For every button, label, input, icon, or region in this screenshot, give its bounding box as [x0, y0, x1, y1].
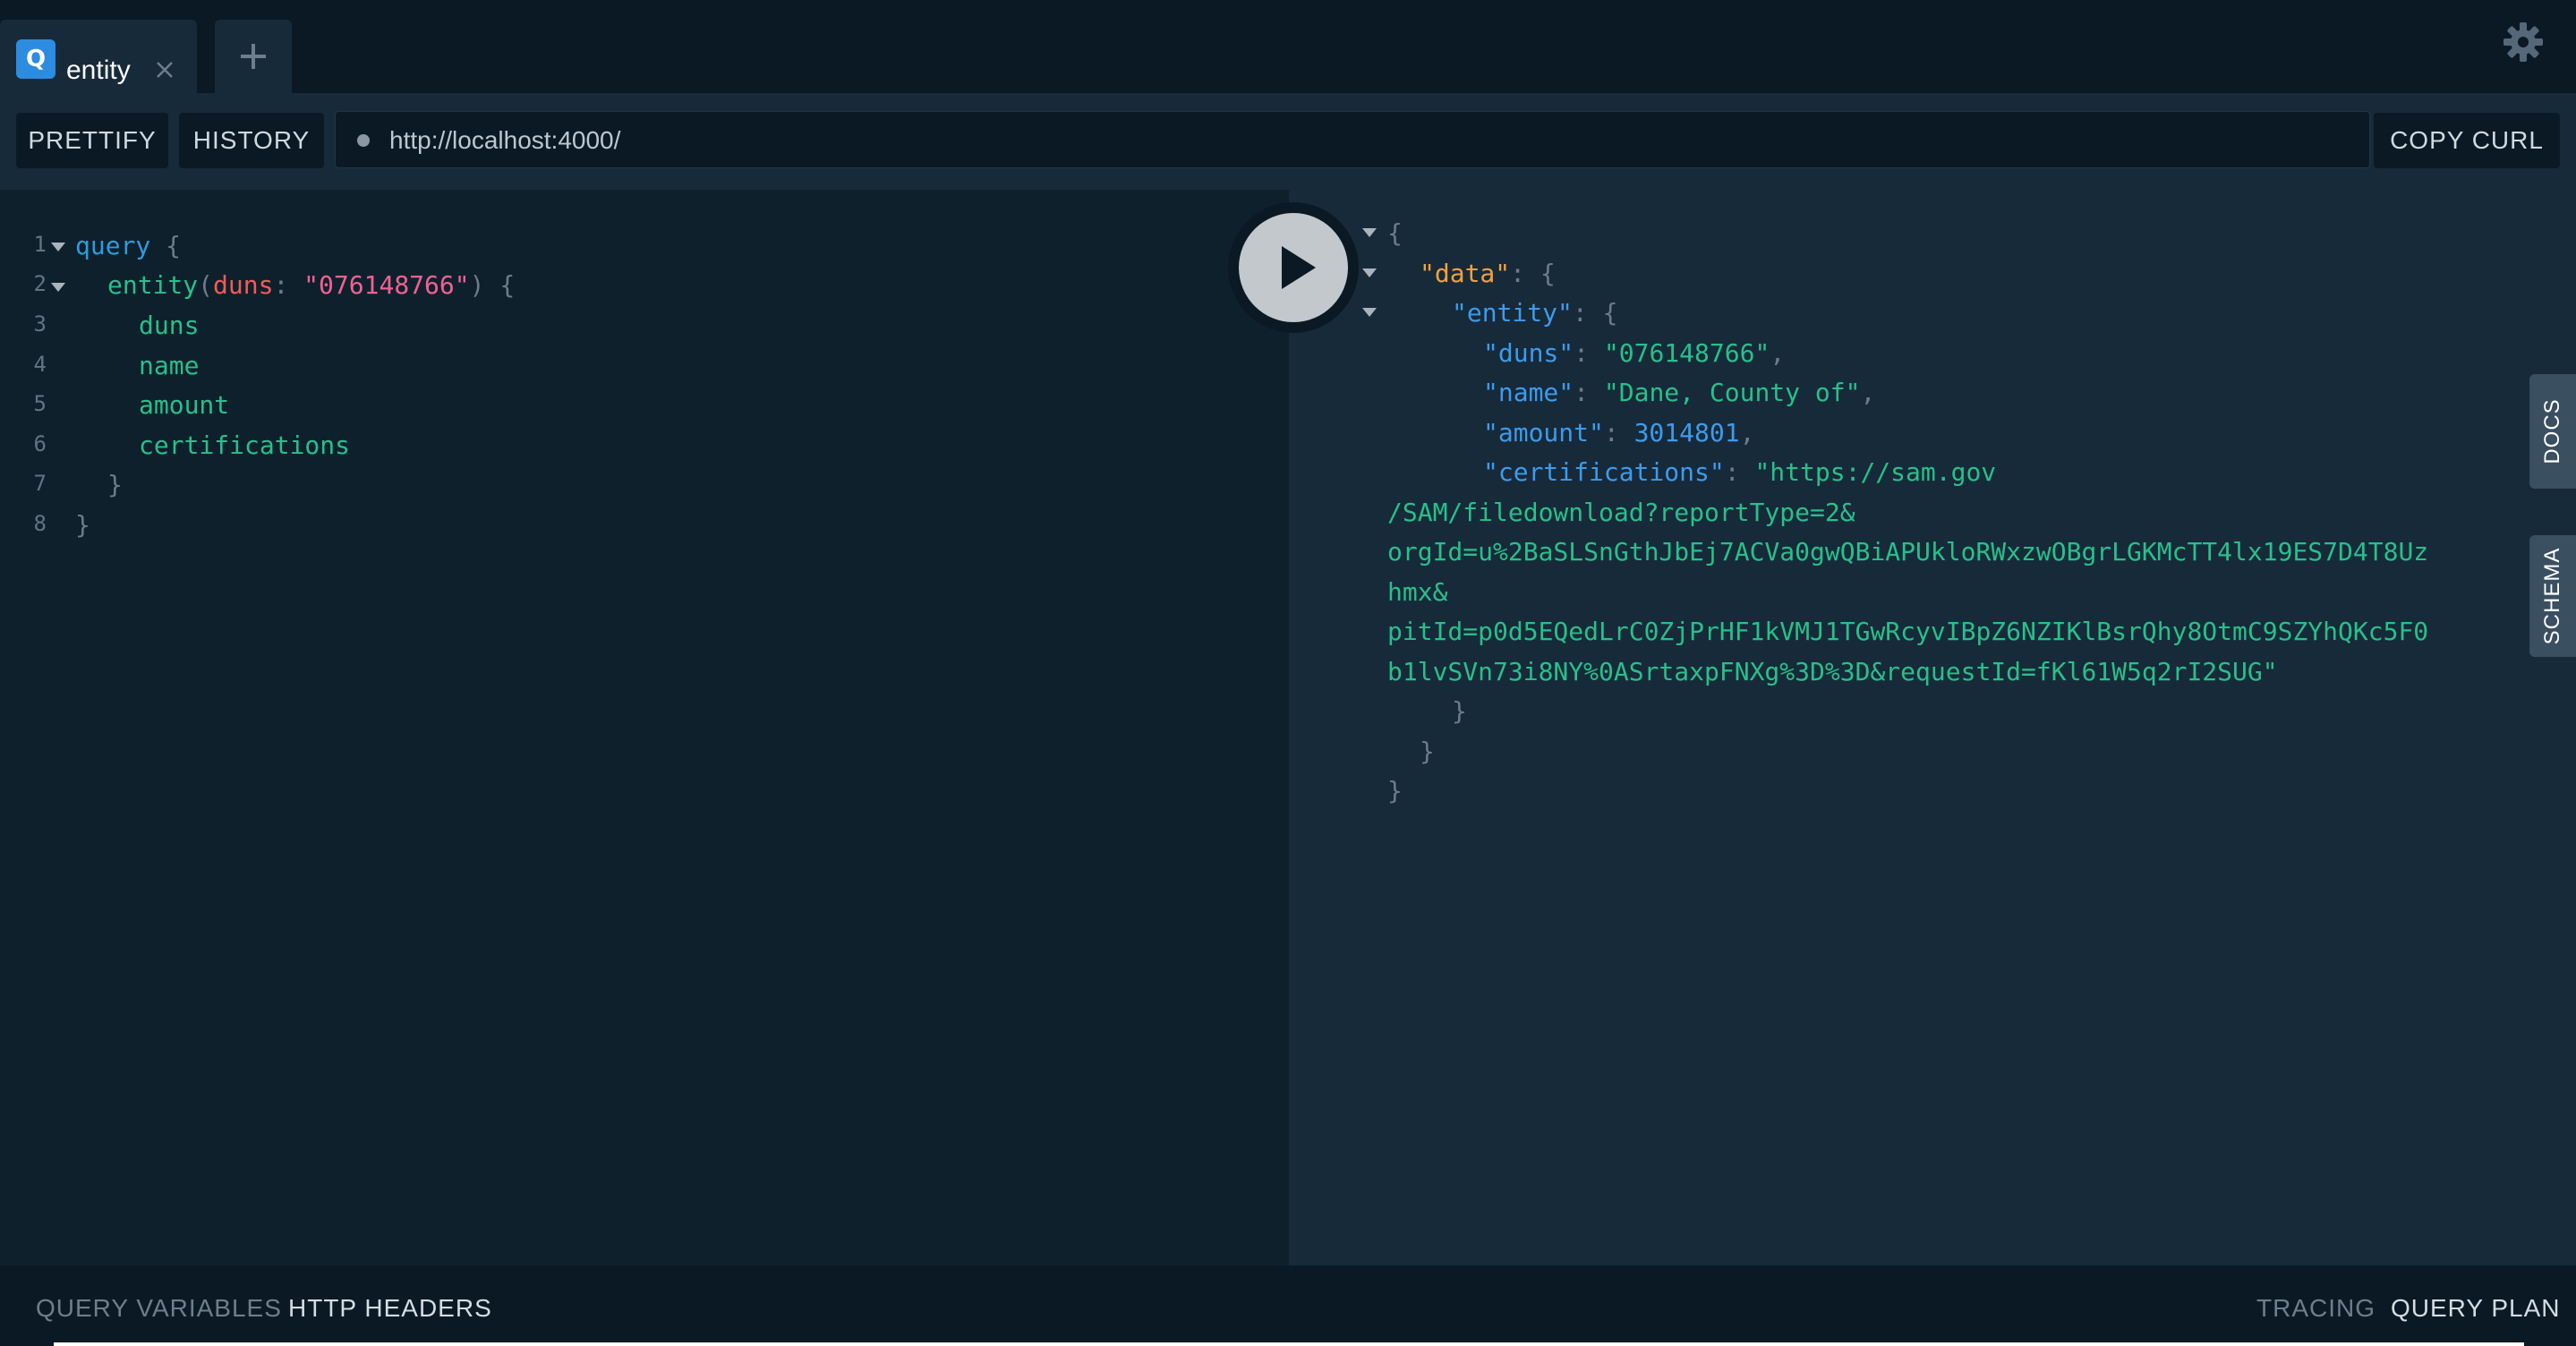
tracing-tab[interactable]: TRACING: [2256, 1294, 2376, 1323]
json-line: "data": {: [1420, 259, 1556, 288]
fold-arrow-icon[interactable]: [1362, 228, 1377, 237]
query-variables-tab[interactable]: QUERY VARIABLES: [36, 1294, 282, 1323]
json-line: b1lvSVn73i8NY%0ASrtaxpFNXg%3D%3D&request…: [1387, 657, 2278, 686]
json-line: pitId=p0d5EQedLrC0ZjPrHF1kVMJ1TGwRcyvIBp…: [1387, 617, 2429, 646]
tab-bar: [0, 0, 2576, 93]
line-number: 5: [33, 391, 47, 416]
run-query-button[interactable]: [1239, 213, 1348, 322]
code-line: }: [107, 470, 123, 499]
schema-tab[interactable]: SCHEMA: [2529, 535, 2576, 657]
new-tab-button[interactable]: [215, 20, 292, 93]
endpoint-url-text: http://localhost:4000/: [389, 126, 621, 154]
line-number: 8: [33, 511, 47, 536]
http-headers-tab[interactable]: HTTP HEADERS: [288, 1294, 492, 1323]
plus-icon: [241, 44, 266, 69]
copy-curl-button[interactable]: COPY CURL: [2374, 113, 2560, 168]
prettify-button[interactable]: PRETTIFY: [16, 113, 168, 168]
code-line: }: [75, 510, 90, 540]
fold-arrow-icon[interactable]: [1362, 308, 1377, 317]
json-line: {: [1387, 218, 1403, 248]
json-line: "entity": {: [1452, 298, 1618, 328]
fold-arrow-icon[interactable]: [1362, 268, 1377, 277]
history-button[interactable]: HISTORY: [179, 113, 324, 168]
connection-status-dot: [357, 134, 370, 147]
json-line: }: [1452, 696, 1467, 726]
endpoint-url-input[interactable]: http://localhost:4000/: [335, 111, 2370, 168]
query-plan-tab[interactable]: QUERY PLAN: [2391, 1294, 2560, 1323]
tab-entity[interactable]: Q entity: [0, 20, 197, 93]
line-number: 7: [33, 471, 47, 496]
json-line: /SAM/filedownload?reportType=2&: [1387, 498, 1855, 527]
json-line: "amount": 3014801,: [1483, 418, 1755, 447]
line-number: 1: [33, 232, 47, 257]
query-badge: Q: [16, 39, 55, 79]
gear-icon[interactable]: [2501, 20, 2546, 64]
code-line: amount: [139, 390, 230, 420]
json-line: orgId=u%2BaSLSnGthJbEj7ACVa0gwQBiAPUkloR…: [1387, 537, 2429, 567]
json-line: }: [1420, 737, 1435, 766]
json-line: }: [1387, 776, 1403, 805]
result-viewer: [1289, 190, 2533, 1265]
line-number: 3: [33, 311, 47, 336]
code-line: name: [139, 351, 200, 380]
json-line: "certifications": "https://sam.gov: [1483, 457, 1997, 487]
docs-tab[interactable]: DOCS: [2529, 374, 2576, 489]
json-line: hmx&: [1387, 577, 1448, 607]
json-line: "name": "Dane, County of",: [1483, 378, 1876, 407]
code-line: entity(duns: "076148766") {: [107, 270, 516, 300]
play-icon: [1282, 246, 1316, 289]
bottom-divider: [54, 1342, 2524, 1346]
line-number: 4: [33, 352, 47, 377]
tab-title: entity: [66, 55, 131, 85]
code-line: certifications: [139, 430, 351, 460]
line-number: 6: [33, 431, 47, 456]
code-line: duns: [139, 311, 200, 340]
close-icon[interactable]: [152, 57, 177, 82]
json-line: "duns": "076148766",: [1483, 338, 1786, 368]
code-line: query {: [75, 231, 182, 260]
side-panel-strip: [2533, 190, 2576, 1265]
fold-arrow-icon[interactable]: [51, 283, 65, 292]
line-number: 2: [33, 271, 47, 296]
fold-arrow-icon[interactable]: [51, 243, 65, 251]
